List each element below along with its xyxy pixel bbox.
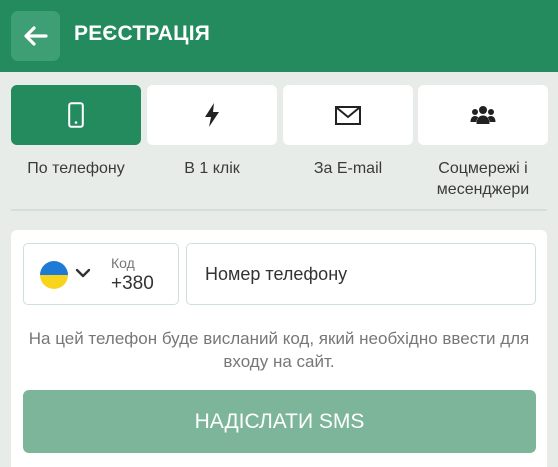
- country-code-label: Код: [111, 255, 135, 271]
- tab-phone[interactable]: [11, 85, 141, 145]
- country-code-value: +380: [111, 273, 154, 294]
- envelope-icon: [335, 105, 361, 125]
- tab-email[interactable]: [283, 85, 413, 145]
- divider: [11, 209, 547, 211]
- hint-text: На цей телефон буде висланий код, який н…: [28, 329, 530, 371]
- country-code-select[interactable]: Код +380: [23, 243, 179, 305]
- arrow-left-icon: [23, 26, 48, 46]
- phone-number-input[interactable]: [186, 243, 536, 305]
- tab-email-label[interactable]: За E-mail: [283, 158, 413, 179]
- page-title: РЕЄСТРАЦІЯ: [74, 22, 211, 45]
- ukraine-flag-icon: [40, 261, 68, 289]
- tab-social-label[interactable]: Соцмережі і месенджери: [418, 158, 548, 200]
- tab-phone-label[interactable]: По телефону: [11, 158, 141, 179]
- back-button[interactable]: [11, 11, 60, 61]
- tab-one-click[interactable]: [147, 85, 277, 145]
- lightning-icon: [205, 103, 219, 127]
- tab-social[interactable]: [418, 85, 548, 145]
- header-bar: РЕЄСТРАЦІЯ: [0, 0, 558, 72]
- chevron-down-icon: [75, 268, 91, 278]
- send-sms-button[interactable]: НАДІСЛАТИ SMS: [23, 390, 536, 453]
- smartphone-icon: [68, 102, 84, 128]
- users-group-icon: [470, 106, 496, 124]
- tab-one-click-label[interactable]: В 1 клік: [147, 158, 277, 179]
